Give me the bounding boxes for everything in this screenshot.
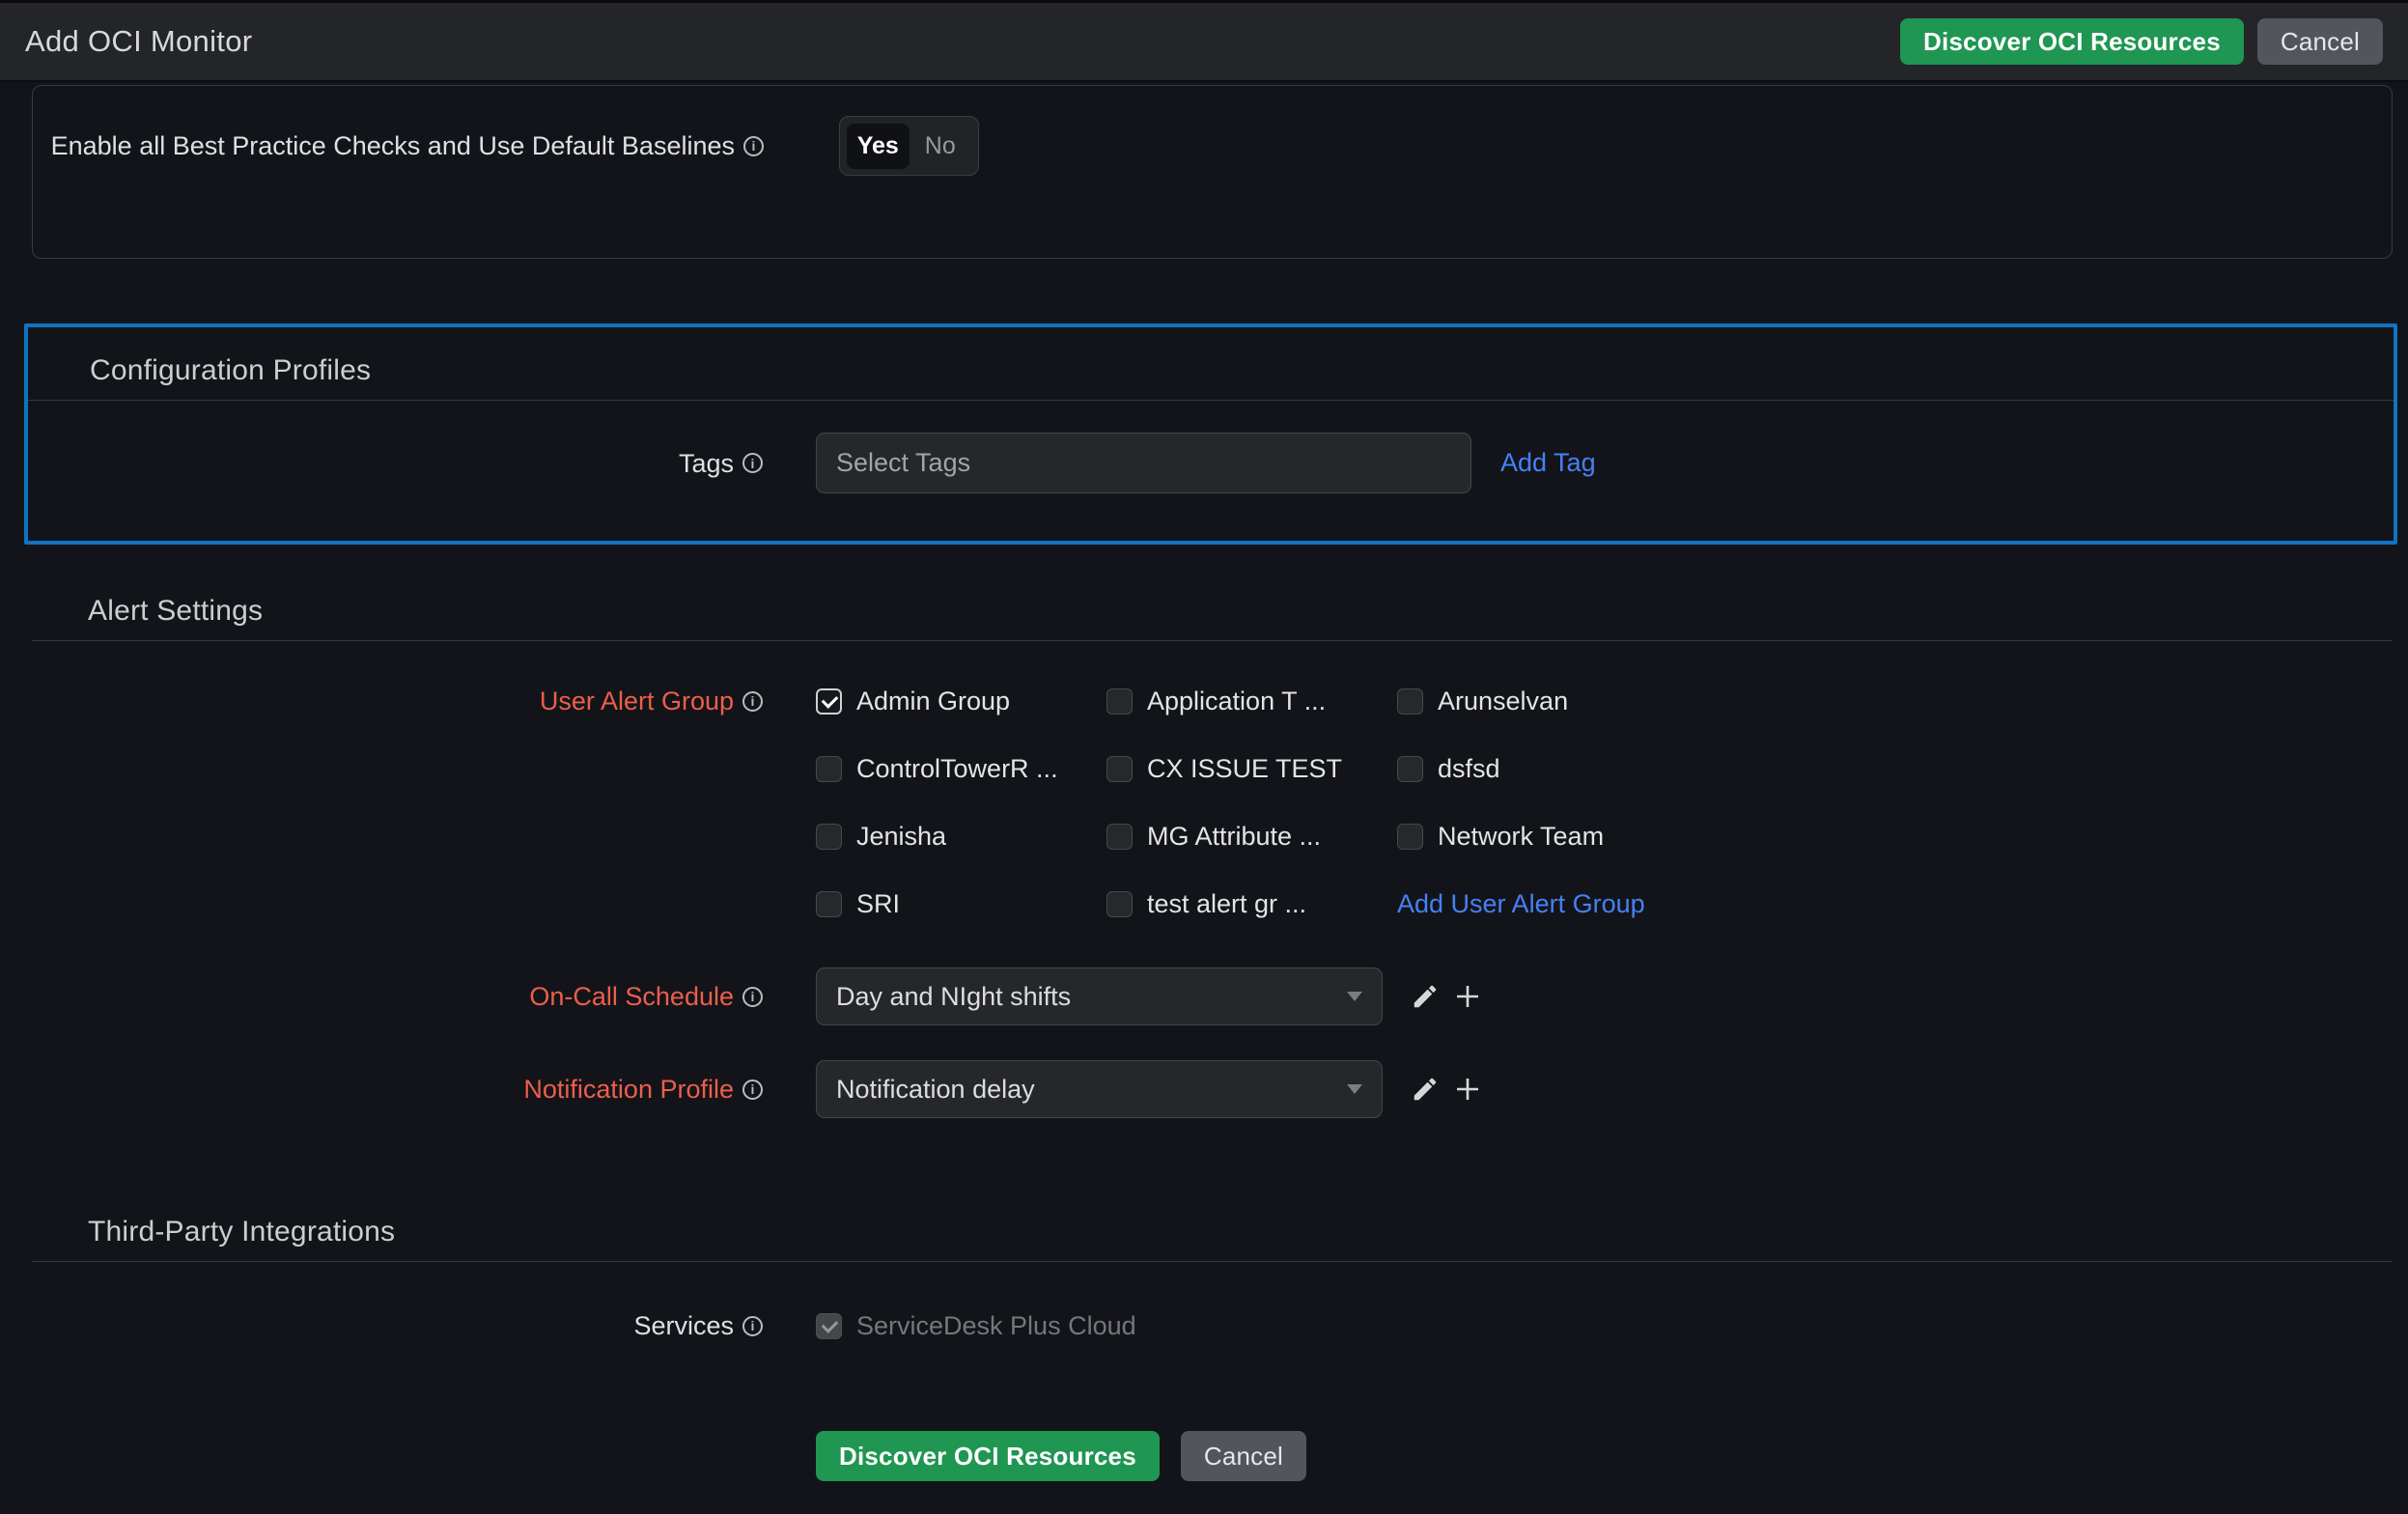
discover-oci-resources-button[interactable]: Discover OCI Resources — [1899, 18, 2244, 65]
page-title: Add OCI Monitor — [25, 24, 253, 58]
checkbox[interactable] — [1397, 687, 1423, 715]
checkbox[interactable] — [1106, 890, 1133, 917]
best-practice-label-cell: Enable all Best Practice Checks and Use … — [33, 129, 764, 162]
tags-select-placeholder: Select Tags — [836, 448, 971, 477]
on-call-schedule-value: Day and NIght shifts — [836, 981, 1072, 1011]
header-bar: Add OCI Monitor Discover OCI Resources C… — [0, 0, 2408, 82]
info-icon[interactable]: i — [742, 986, 763, 1007]
on-call-schedule-label: On-Call Schedule — [529, 982, 734, 1011]
alert-group-option[interactable]: test alert gr ... — [1106, 887, 1397, 920]
toggle-yes[interactable]: Yes — [847, 123, 910, 169]
checkbox[interactable] — [816, 823, 842, 850]
edit-on-call-schedule-button[interactable] — [1408, 979, 1442, 1014]
services-label-cell: Services i — [0, 1309, 763, 1342]
notification-profile-label-cell: Notification Profile i — [0, 1073, 763, 1106]
info-icon[interactable]: i — [742, 453, 763, 473]
tags-select[interactable]: Select Tags — [816, 433, 1471, 493]
alert-group-option[interactable]: MG Attribute ... — [1106, 820, 1397, 853]
info-icon[interactable]: i — [742, 690, 763, 712]
pencil-icon — [1414, 1078, 1437, 1101]
best-practice-panel: Enable all Best Practice Checks and Use … — [32, 85, 2393, 259]
checkbox[interactable] — [1106, 823, 1133, 850]
add-user-alert-group-link[interactable]: Add User Alert Group — [1397, 889, 1645, 919]
cancel-button[interactable]: Cancel — [2256, 18, 2383, 65]
checkbox[interactable] — [1106, 755, 1133, 782]
notification-profile-label: Notification Profile — [523, 1075, 734, 1104]
third-party-header: Third-Party Integrations — [32, 1216, 2393, 1262]
header-actions: Discover OCI Resources Cancel — [1899, 18, 2383, 65]
alert-group-option[interactable]: Arunselvan — [1397, 685, 1688, 717]
alert-group-option[interactable]: Jenisha — [816, 820, 1106, 853]
on-call-schedule-label-cell: On-Call Schedule i — [0, 980, 763, 1013]
user-alert-group-label: User Alert Group — [539, 687, 734, 715]
pencil-icon — [1414, 985, 1437, 1008]
alert-settings-title: Alert Settings — [88, 595, 264, 627]
alert-group-option[interactable]: SRI — [816, 887, 1106, 920]
servicedesk-plus-cloud-option: ServiceDesk Plus Cloud — [816, 1309, 2408, 1342]
alert-group-option[interactable]: CX ISSUE TEST — [1106, 752, 1397, 785]
checkbox[interactable] — [816, 890, 842, 917]
alert-settings-header: Alert Settings — [32, 595, 2393, 641]
add-tag-link[interactable]: Add Tag — [1500, 448, 1596, 478]
best-practice-toggle[interactable]: Yes No — [839, 116, 979, 176]
alert-group-option[interactable]: dsfsd — [1397, 752, 1688, 785]
checkbox[interactable] — [1397, 823, 1423, 850]
user-alert-group-grid: Admin Group Application T ... Arunselvan… — [816, 685, 2408, 920]
footer-actions: Discover OCI Resources Cancel — [0, 1431, 2408, 1481]
user-alert-group-label-cell: User Alert Group i — [0, 685, 763, 717]
tags-label: Tags — [678, 448, 734, 478]
best-practice-label: Enable all Best Practice Checks and Use … — [50, 131, 735, 160]
discover-oci-resources-button-footer[interactable]: Discover OCI Resources — [816, 1431, 1160, 1481]
third-party-integrations-section: Third-Party Integrations Services i Serv… — [0, 1216, 2408, 1342]
alert-group-option[interactable]: Admin Group — [816, 685, 1106, 717]
third-party-title: Third-Party Integrations — [88, 1216, 396, 1248]
alert-group-option[interactable]: Network Team — [1397, 820, 1688, 853]
info-icon[interactable]: i — [742, 1315, 763, 1336]
info-icon[interactable]: i — [743, 135, 764, 156]
checkbox[interactable] — [816, 687, 842, 715]
add-notification-profile-button[interactable] — [1450, 1072, 1485, 1107]
chevron-down-icon — [1347, 1084, 1362, 1094]
alert-group-option[interactable]: Application T ... — [1106, 685, 1397, 717]
notification-profile-value: Notification delay — [836, 1074, 1035, 1104]
toggle-no[interactable]: No — [910, 124, 972, 169]
configuration-profiles-title: Configuration Profiles — [90, 354, 372, 386]
plus-icon — [1457, 1079, 1478, 1100]
alert-settings-section: Alert Settings User Alert Group i Admin … — [0, 595, 2408, 1118]
configuration-profiles-header: Configuration Profiles — [28, 354, 2394, 401]
checkbox-disabled — [816, 1312, 842, 1339]
alert-group-option[interactable]: ControlTowerR ... — [816, 752, 1106, 785]
chevron-down-icon — [1347, 992, 1362, 1001]
services-label: Services — [633, 1311, 734, 1340]
add-on-call-schedule-button[interactable] — [1450, 979, 1485, 1014]
checkbox[interactable] — [1106, 687, 1133, 715]
checkbox[interactable] — [1397, 755, 1423, 782]
notification-profile-select[interactable]: Notification delay — [816, 1060, 1383, 1118]
configuration-profiles-section: Configuration Profiles Tags i Select Tag… — [24, 323, 2397, 545]
tags-label-cell: Tags i — [28, 447, 763, 480]
edit-notification-profile-button[interactable] — [1408, 1072, 1442, 1107]
plus-icon — [1457, 986, 1478, 1007]
info-icon[interactable]: i — [742, 1079, 763, 1100]
checkbox[interactable] — [816, 755, 842, 782]
on-call-schedule-select[interactable]: Day and NIght shifts — [816, 967, 1383, 1025]
cancel-button-footer[interactable]: Cancel — [1180, 1431, 1307, 1481]
